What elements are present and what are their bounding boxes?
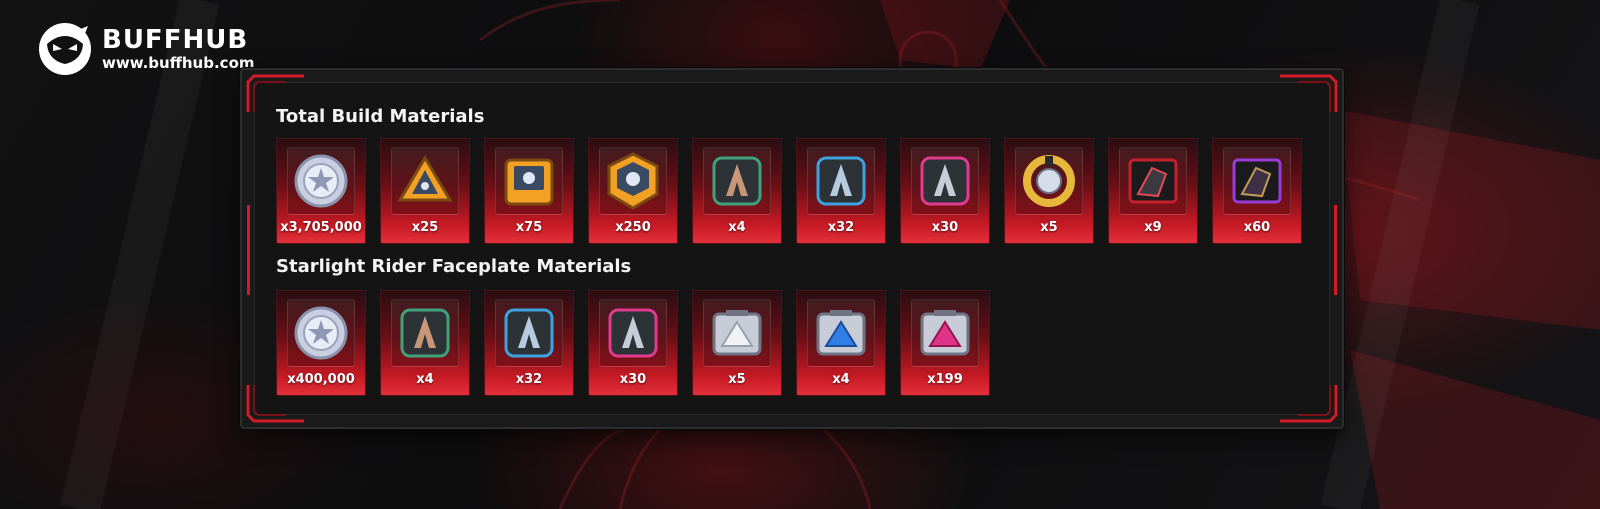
buffhub-logo-icon xyxy=(39,23,91,75)
panel-edge-accent xyxy=(247,205,250,295)
material-quantity: x25 xyxy=(411,220,439,235)
material-card[interactable]: x60 xyxy=(1212,138,1302,244)
silver-coin-icon xyxy=(294,306,348,360)
material-quantity: x3,705,000 xyxy=(280,220,362,235)
material-quantity: x4 xyxy=(416,372,434,387)
material-card[interactable]: x75 xyxy=(484,138,574,244)
green-fang-material-icon xyxy=(400,308,450,358)
material-card[interactable]: x9 xyxy=(1108,138,1198,244)
material-card[interactable]: x32 xyxy=(796,138,886,244)
material-quantity: x30 xyxy=(619,372,647,387)
material-quantity: x199 xyxy=(927,372,963,387)
material-card[interactable]: x5 xyxy=(692,290,782,396)
material-card[interactable]: x199 xyxy=(900,290,990,396)
brand-name: BUFFHUB xyxy=(102,25,249,55)
total-build-materials-row: x3,705,000 x25 x75 x250 x4 x32 x30 x5 x9… xyxy=(276,138,1302,244)
material-quantity: x5 xyxy=(1040,220,1058,235)
material-quantity: x400,000 xyxy=(287,372,355,387)
pink-data-module-icon xyxy=(920,310,970,356)
pink-fang-material-icon xyxy=(608,308,658,358)
material-card[interactable]: x4 xyxy=(796,290,886,396)
section-title-faceplate: Starlight Rider Faceplate Materials xyxy=(276,256,632,277)
faceplate-materials-row: x400,000 x4 x32 x30 x5 x4 x199 xyxy=(276,290,990,396)
material-card[interactable]: x4 xyxy=(692,138,782,244)
silver-data-module-icon xyxy=(712,310,762,356)
orange-hexagon-chip-icon xyxy=(607,152,659,210)
red-crystal-shard-icon xyxy=(1128,158,1178,204)
material-quantity: x9 xyxy=(1144,220,1162,235)
material-card[interactable]: x250 xyxy=(588,138,678,244)
green-fang-material-icon xyxy=(712,156,762,206)
material-card[interactable]: x3,705,000 xyxy=(276,138,366,244)
material-quantity: x30 xyxy=(931,220,959,235)
material-quantity: x250 xyxy=(615,220,651,235)
material-quantity: x4 xyxy=(728,220,746,235)
material-card[interactable]: x4 xyxy=(380,290,470,396)
blue-data-module-icon xyxy=(816,310,866,356)
material-card[interactable]: x30 xyxy=(588,290,678,396)
panel-corner-ornament xyxy=(1280,385,1338,423)
orange-square-chip-icon xyxy=(504,158,554,206)
material-quantity: x32 xyxy=(515,372,543,387)
brand-url: www.buffhub.com xyxy=(102,54,255,72)
materials-panel: Total Build Materials x3,705,000 x25 x75… xyxy=(240,68,1344,429)
section-title-total-build: Total Build Materials xyxy=(276,106,485,127)
material-quantity: x60 xyxy=(1243,220,1271,235)
orange-triangle-chip-icon xyxy=(397,155,453,202)
gold-ring-core-icon xyxy=(1023,155,1075,207)
blue-fang-material-icon xyxy=(504,308,554,358)
brand-logo: BUFFHUB www.buffhub.com xyxy=(38,22,255,76)
material-card[interactable]: x30 xyxy=(900,138,990,244)
material-quantity: x5 xyxy=(728,372,746,387)
panel-corner-ornament xyxy=(1280,74,1338,112)
pink-fang-material-icon xyxy=(920,156,970,206)
material-card[interactable]: x400,000 xyxy=(276,290,366,396)
blue-fang-material-icon xyxy=(816,156,866,206)
material-quantity: x4 xyxy=(832,372,850,387)
material-quantity: x75 xyxy=(515,220,543,235)
panel-edge-accent xyxy=(1334,205,1337,295)
material-card[interactable]: x32 xyxy=(484,290,574,396)
purple-crystal-shard-icon xyxy=(1232,158,1282,204)
material-quantity: x32 xyxy=(827,220,855,235)
silver-coin-icon xyxy=(294,154,348,208)
material-card[interactable]: x5 xyxy=(1004,138,1094,244)
material-card[interactable]: x25 xyxy=(380,138,470,244)
